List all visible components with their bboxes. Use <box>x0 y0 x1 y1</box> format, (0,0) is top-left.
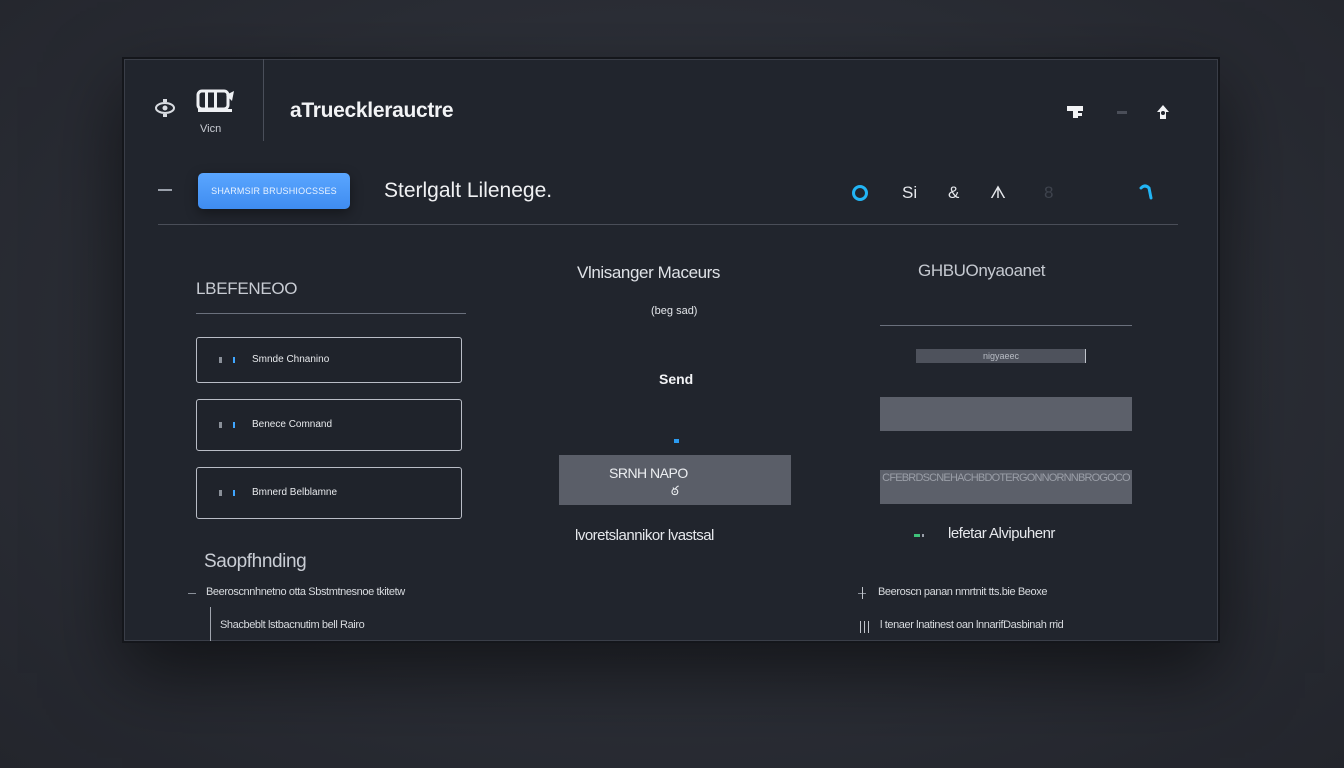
divider <box>880 325 1132 326</box>
list-item[interactable]: Benece Comnand <box>196 399 462 451</box>
list-item-label: Bmnerd Belblamne <box>252 487 338 498</box>
link-icon[interactable]: & <box>948 183 959 203</box>
tick-icon <box>862 587 863 599</box>
logo-subtitle: Vicn <box>200 123 222 135</box>
separator-dot <box>1117 111 1127 114</box>
send-button[interactable]: Send <box>659 371 693 387</box>
info-line: Beeroscnnhnetno otta Sbstmtnesnoe tkitet… <box>206 586 405 598</box>
sub-header: SHARMSIR BRUSHIOCSSES Sterlgalt Lilenege… <box>158 169 1178 225</box>
text-field[interactable]: CFEBRDSCNEHACHBDOTERGONNORNNBROGOCO <box>880 470 1132 504</box>
cursor-indicator <box>674 439 679 443</box>
bullet-icon <box>219 422 222 428</box>
indicator-icon <box>233 490 235 496</box>
user-icon[interactable] <box>1154 103 1172 121</box>
bullet-icon <box>188 593 196 594</box>
app-logo-icon <box>196 89 234 112</box>
left-panel-heading: LBEFENEOO <box>196 279 298 298</box>
collapse-icon[interactable] <box>158 189 172 191</box>
page-title: Sterlgalt Lilenege. <box>384 179 553 202</box>
list-item[interactable]: Bmnerd Belblamne <box>196 467 462 519</box>
bullet-icon <box>219 490 222 496</box>
section-heading: Saopfhnding <box>204 551 307 572</box>
fork-icon[interactable]: ᗑ <box>990 183 1006 203</box>
middle-panel-footer: lvoretslannikor lvastsal <box>575 527 714 544</box>
indicator-icon <box>233 357 235 363</box>
bullet-icon <box>219 357 222 363</box>
input-field[interactable] <box>880 397 1132 431</box>
left-panel: LBEFENEOO <box>196 279 466 314</box>
right-panel-footer: lefetar Alvipuhenr <box>948 525 1055 542</box>
filter-icon[interactable] <box>1066 103 1084 121</box>
settings-icon[interactable] <box>154 99 176 117</box>
tick-icon <box>868 621 869 633</box>
logo-block: Vicn <box>124 59 264 141</box>
app-title: aTruecklerauctre <box>290 99 454 122</box>
middle-panel-title: Vlnisanger Maceurs <box>577 263 721 282</box>
tick-icon <box>860 621 861 633</box>
action-card[interactable]: SRNH NAPO ఠ <box>559 455 791 505</box>
info-line: Beeroscn panan nmrtnit tts.bie Beoxe <box>878 586 1048 598</box>
middle-panel: Vlnisanger Maceurs (beg sad) Send SRNH N… <box>559 259 791 559</box>
disabled-icon: 8 <box>1044 183 1054 202</box>
tick-icon <box>864 621 865 633</box>
info-line: l tenaer lnatinest oan lnnarifDasbinah r… <box>880 619 1064 631</box>
progress-end-marker <box>1085 349 1086 363</box>
app-window: Vicn aTruecklerauctre SHARMSIR BRUSHIOCS… <box>122 57 1220 643</box>
list-item-label: Smnde Chnanino <box>252 354 330 365</box>
top-bar: Vicn aTruecklerauctre <box>124 59 1218 141</box>
primary-action-button[interactable]: SHARMSIR BRUSHIOCSSES <box>198 173 350 209</box>
indicator-icon <box>233 422 235 428</box>
info-line: Shacbeblt lstbacnutim bell Rairo <box>220 619 365 631</box>
list-item[interactable]: Smnde Chnanino <box>196 337 462 383</box>
search-icon[interactable]: Si <box>902 183 917 203</box>
status-dot-icon <box>914 534 920 537</box>
quote-rule <box>210 607 211 641</box>
status-ring-icon[interactable] <box>852 185 868 201</box>
progress-label: nigyaeec <box>916 349 1086 363</box>
right-panel-title: GHBUOnyaoanet <box>918 261 1046 280</box>
refresh-icon[interactable] <box>1139 184 1153 200</box>
link-icon: ఠ <box>671 483 679 498</box>
right-panel: GHBUOnyaoanet nigyaeec CFEBRDSCNEHACHBDO… <box>880 259 1132 559</box>
list-item-label: Benece Comnand <box>252 419 333 430</box>
divider <box>196 313 466 314</box>
action-card-label: SRNH NAPO <box>609 465 688 481</box>
status-tick-icon <box>922 534 924 537</box>
middle-panel-subtitle: (beg sad) <box>651 305 698 317</box>
